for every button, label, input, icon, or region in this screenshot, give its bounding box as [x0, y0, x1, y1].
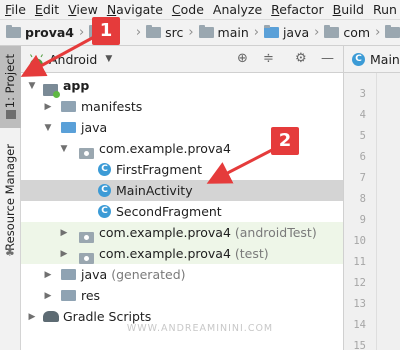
package-icon: [79, 148, 94, 159]
locate-icon[interactable]: ⊕: [237, 52, 248, 66]
menu-analyze[interactable]: Analyze: [208, 0, 266, 19]
chevron-down-icon[interactable]: ▼: [43, 123, 53, 133]
folder-icon: [6, 25, 21, 38]
breadcrumb: prova4 › a › src › main › java › com › e…: [0, 19, 400, 46]
tool-window-stripe: 1: Project Resource Manager ♣: [0, 46, 21, 350]
chevron-right-icon[interactable]: ▶: [43, 291, 53, 301]
class-icon: C: [98, 184, 111, 197]
menu-refactor[interactable]: Refactor: [266, 0, 327, 19]
module-icon: [43, 83, 60, 98]
class-icon: C: [98, 163, 111, 176]
tree-node-first-fragment[interactable]: C FirstFragment: [21, 159, 343, 180]
resource-folder-icon: [61, 290, 76, 301]
chevron-right-icon: ›: [78, 25, 85, 40]
project-tree: ▼ app ▶ manifests ▼ java ▼ com.example.p…: [21, 73, 343, 350]
android-icon: [30, 53, 43, 65]
minimize-icon[interactable]: —: [321, 52, 334, 66]
watermark: WWW.ANDREAMININI.COM: [126, 323, 274, 334]
project-panel-header: Android ▼ ⊕ ≑ ⚙ —: [21, 46, 343, 73]
breadcrumb-main[interactable]: main: [198, 25, 249, 40]
collapse-all-icon[interactable]: ≑: [263, 52, 274, 66]
annotation-badge-1: 1: [92, 17, 120, 45]
menu-edit[interactable]: Edit: [30, 0, 63, 19]
folder-icon: [198, 25, 214, 38]
folder-icon: [385, 25, 400, 38]
chevron-right-icon: ›: [253, 25, 259, 40]
editor-tab-bar: C Main: [343, 46, 400, 73]
tree-node-manifests[interactable]: ▶ manifests: [21, 96, 343, 117]
chevron-right-icon: ›: [135, 25, 142, 40]
class-icon: C: [352, 52, 365, 66]
gradle-icon: [43, 311, 59, 322]
chevron-right-icon[interactable]: ▶: [59, 228, 69, 238]
menu-file[interactable]: File: [0, 0, 30, 19]
folder-icon: [263, 25, 279, 38]
chevron-right-icon[interactable]: ▶: [59, 249, 69, 259]
resource-manager-icon: ♣: [5, 246, 15, 259]
chevron-down-icon[interactable]: ▼: [59, 144, 69, 154]
editor-tab-main[interactable]: C Main: [352, 52, 400, 67]
folder-icon: [324, 25, 340, 38]
tree-node-package-test[interactable]: ▶ com.example.prova4 (test): [21, 243, 343, 264]
package-icon: [79, 253, 94, 264]
class-icon: C: [98, 205, 111, 218]
chevron-right-icon[interactable]: ▶: [43, 102, 53, 112]
package-icon: [79, 232, 94, 243]
breadcrumb-example[interactable]: exampl: [385, 25, 400, 40]
source-folder-icon: [61, 122, 76, 133]
annotation-badge-2: 2: [271, 127, 299, 155]
folder-icon: [146, 25, 162, 38]
folder-icon: [61, 101, 76, 112]
tree-node-res[interactable]: ▶ res: [21, 285, 343, 306]
tree-node-app[interactable]: ▼ app: [21, 75, 343, 98]
menu-code[interactable]: Code: [167, 0, 208, 19]
tree-node-java-generated[interactable]: ▶ java (generated): [21, 264, 343, 285]
chevron-right-icon: ›: [375, 25, 381, 40]
chevron-right-icon[interactable]: ▶: [43, 270, 53, 280]
chevron-right-icon: ›: [314, 25, 320, 40]
project-tab-icon: [6, 110, 16, 119]
breadcrumb-src[interactable]: src: [146, 25, 183, 40]
chevron-right-icon: ›: [188, 25, 194, 40]
tree-node-second-fragment[interactable]: C SecondFragment: [21, 201, 343, 222]
generated-folder-icon: [61, 269, 76, 280]
dropdown-caret-icon: ▼: [105, 54, 113, 64]
menu-bar: File Edit View Navigate Code Analyze Ref…: [0, 0, 400, 19]
gear-icon[interactable]: ⚙: [295, 52, 307, 66]
menu-run[interactable]: Run: [368, 0, 400, 19]
chevron-right-icon[interactable]: ▶: [27, 312, 37, 322]
tree-node-package-android-test[interactable]: ▶ com.example.prova4 (androidTest): [21, 222, 343, 243]
editor-gutter: 3 4 5 6 7 8 9 10 11 12 13 14 15: [343, 73, 400, 350]
tree-node-main-activity[interactable]: C MainActivity: [21, 180, 343, 201]
breadcrumb-project[interactable]: prova4: [6, 25, 74, 40]
view-mode-selector[interactable]: Android ▼: [29, 52, 112, 67]
breadcrumb-java[interactable]: java: [263, 25, 309, 40]
menu-build[interactable]: Build: [328, 0, 368, 19]
breadcrumb-com[interactable]: com: [324, 25, 370, 40]
chevron-down-icon[interactable]: ▼: [27, 81, 37, 91]
